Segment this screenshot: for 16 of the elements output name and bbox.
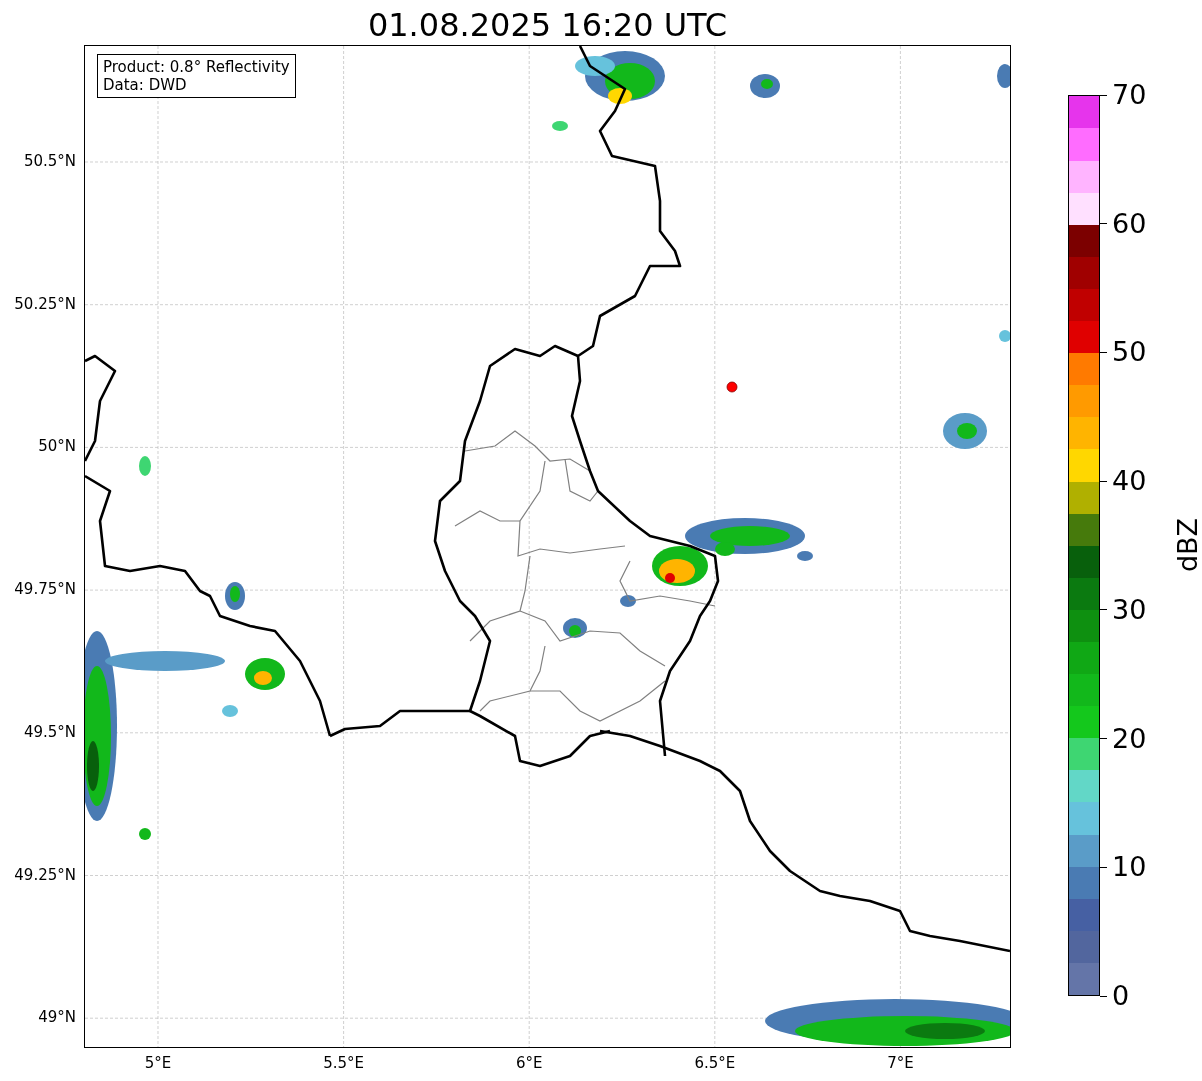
colorbar-label: dBZ — [1171, 517, 1202, 573]
legend-text: Product: 0.8° Reflectivity — [103, 58, 290, 76]
legend-text: Data: DWD — [103, 76, 188, 94]
latitude-tick-label: 49°N — [38, 1008, 76, 1027]
longitude-tick-label: 5.5°E — [323, 1054, 364, 1072]
latitude-tick-label: 49.25°N — [14, 865, 76, 884]
longitude-tick-label: 6.5°E — [694, 1054, 736, 1072]
latitude-tick-label: 50.5°N — [23, 152, 76, 170]
longitude-tick-label: 6°E — [515, 1054, 543, 1072]
latitude-tick-label: 50.25°N — [14, 294, 76, 313]
latitude-tick-label: 49.75°N — [14, 580, 76, 599]
longitude-tick-label: 5°E — [144, 1054, 172, 1072]
chart-title: 01.08.2025 16:20 UTC — [367, 5, 728, 45]
latitude-tick-label: 50°N — [38, 437, 76, 456]
longitude-tick-label: 7°E — [887, 1054, 914, 1072]
latitude-tick-label: 49.5°N — [23, 722, 76, 741]
